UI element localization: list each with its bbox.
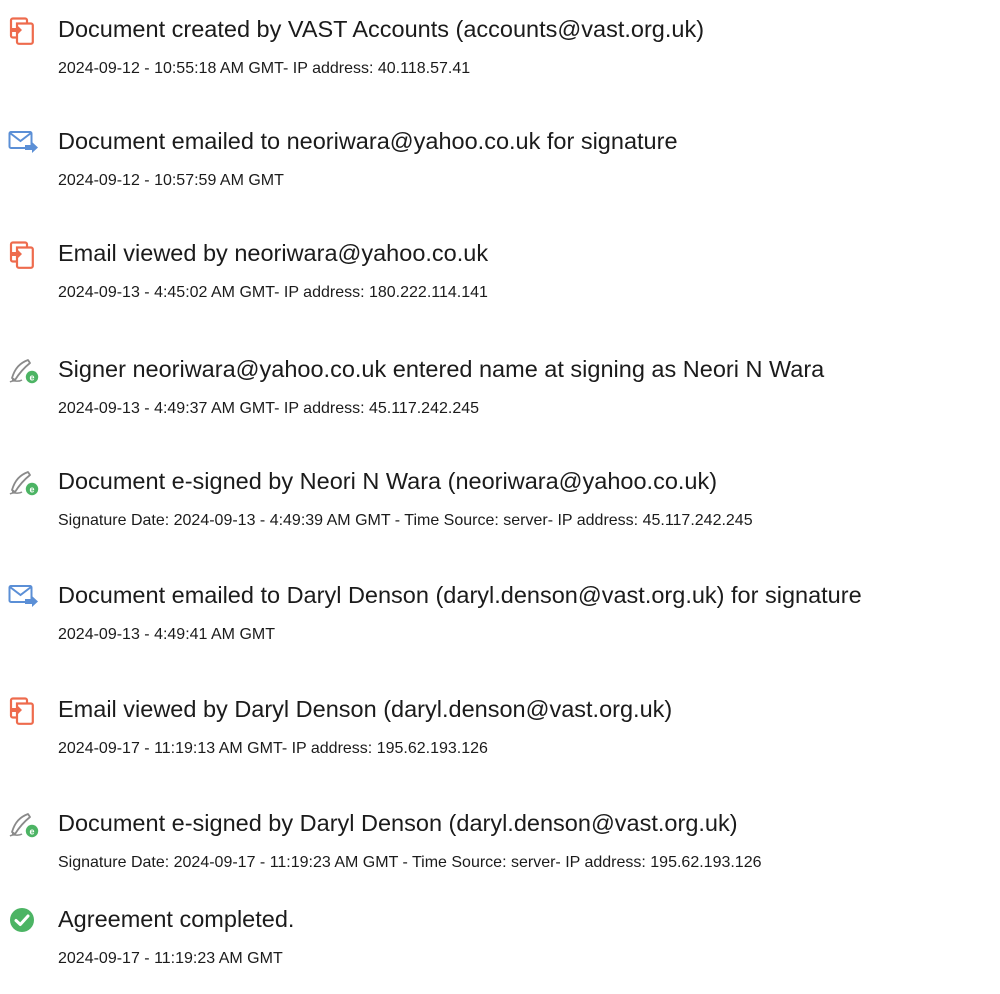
event-detail: 2024-09-13 - 4:45:02 AM GMT- IP address:… xyxy=(58,284,488,301)
event-document-emailed: Document emailed to neoriwara@yahoo.co.u… xyxy=(0,124,1000,214)
document-created-icon xyxy=(8,16,40,45)
event-document-e-signed: Document e-signed by Neori N Wara (neori… xyxy=(0,464,1000,554)
event-title: Signer neoriwara@yahoo.co.uk entered nam… xyxy=(58,356,825,382)
e-sign-pen-icon xyxy=(8,468,40,497)
document-viewed-icon xyxy=(8,240,40,269)
event-detail: 2024-09-13 - 4:49:37 AM GMT- IP address:… xyxy=(58,400,480,417)
event-title: Email viewed by Daryl Denson (daryl.dens… xyxy=(58,696,673,722)
event-detail: Signature Date: 2024-09-13 - 4:49:39 AM … xyxy=(58,512,753,529)
event-detail: Signature Date: 2024-09-17 - 11:19:23 AM… xyxy=(58,854,762,871)
check-circle-icon xyxy=(8,906,40,934)
event-detail: 2024-09-13 - 4:49:41 AM GMT xyxy=(58,626,275,643)
event-email-viewed: Email viewed by neoriwara@yahoo.co.uk 20… xyxy=(0,236,1000,326)
audit-trail-log: Document created by VAST Accounts (accou… xyxy=(0,0,1000,994)
event-detail: 2024-09-12 - 10:57:59 AM GMT xyxy=(58,172,284,189)
event-title: Email viewed by neoriwara@yahoo.co.uk xyxy=(58,240,489,266)
event-title: Agreement completed. xyxy=(58,906,295,932)
event-title: Document emailed to Daryl Denson (daryl.… xyxy=(58,582,862,608)
event-detail: 2024-09-17 - 11:19:13 AM GMT- IP address… xyxy=(58,740,488,757)
event-detail: 2024-09-12 - 10:55:18 AM GMT- IP address… xyxy=(58,60,471,77)
event-title: Document emailed to neoriwara@yahoo.co.u… xyxy=(58,128,678,154)
event-title: Document created by VAST Accounts (accou… xyxy=(58,16,705,42)
event-signer-entered-name: Signer neoriwara@yahoo.co.uk entered nam… xyxy=(0,352,1000,442)
event-document-emailed: Document emailed to Daryl Denson (daryl.… xyxy=(0,578,1000,668)
document-viewed-icon xyxy=(8,696,40,725)
event-detail: 2024-09-17 - 11:19:23 AM GMT xyxy=(58,950,283,967)
event-email-viewed: Email viewed by Daryl Denson (daryl.dens… xyxy=(0,692,1000,782)
event-document-created: Document created by VAST Accounts (accou… xyxy=(0,12,1000,102)
event-title: Document e-signed by Daryl Denson (daryl… xyxy=(58,810,738,836)
e-sign-pen-icon xyxy=(8,356,40,385)
e-sign-pen-icon xyxy=(8,810,40,839)
email-sent-icon xyxy=(8,582,40,610)
event-title: Document e-signed by Neori N Wara (neori… xyxy=(58,468,718,494)
event-document-e-signed: Document e-signed by Daryl Denson (daryl… xyxy=(0,806,1000,896)
event-agreement-completed: Agreement completed. 2024-09-17 - 11:19:… xyxy=(0,902,1000,992)
email-sent-icon xyxy=(8,128,40,156)
